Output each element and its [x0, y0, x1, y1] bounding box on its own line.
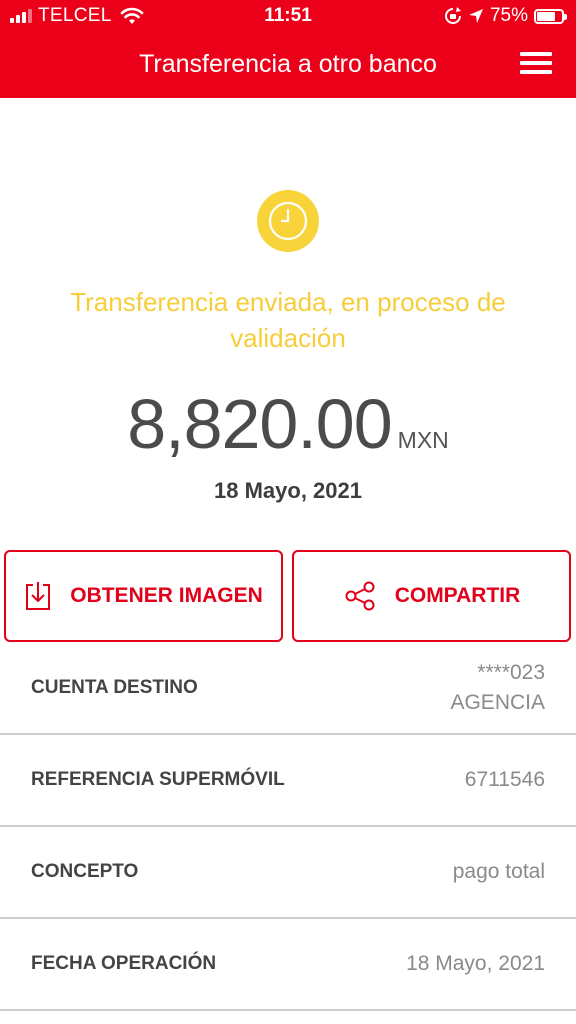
transfer-amount: 8,820.00 — [127, 385, 392, 463]
get-image-label: OBTENER IMAGEN — [70, 584, 263, 607]
detail-row-destination-account: CUENTA DESTINO ****023 AGENCIA — [0, 643, 576, 735]
operation-date-value: 18 Mayo, 2021 — [406, 952, 545, 975]
share-icon — [343, 581, 377, 611]
reference-label: REFERENCIA SUPERMÓVIL — [31, 769, 285, 790]
share-button[interactable]: COMPARTIR — [292, 550, 571, 642]
transfer-date: 18 Mayo, 2021 — [214, 478, 362, 503]
hamburger-menu-button[interactable] — [520, 52, 554, 76]
download-icon — [24, 580, 52, 612]
detail-row-reference: REFERENCIA SUPERMÓVIL 6711546 — [0, 735, 576, 827]
orientation-lock-icon — [444, 7, 461, 24]
amount-display: 8,820.00 MXN — [0, 384, 576, 464]
battery-icon — [534, 8, 567, 24]
detail-row-operation-date: FECHA OPERACIÓN 18 Mayo, 2021 — [0, 919, 576, 1011]
share-label: COMPARTIR — [394, 584, 521, 607]
page-title: Transferencia a otro banco — [139, 50, 437, 78]
battery-percent: 75% — [489, 5, 528, 26]
battery-fill — [537, 11, 555, 21]
detail-row-concept: CONCEPTO pago total — [0, 827, 576, 919]
app-header: TELCEL 11:51 75% Transferencia a otro ba… — [0, 0, 576, 98]
operation-date-label: FECHA OPERACIÓN — [31, 953, 217, 974]
get-image-button[interactable]: OBTENER IMAGEN — [4, 550, 283, 642]
concept-value: pago total — [452, 860, 545, 883]
concept-label: CONCEPTO — [31, 861, 139, 882]
transfer-status-message: Transferencia enviada, en proceso de val… — [70, 287, 506, 353]
status-bar: TELCEL 11:51 75% — [0, 0, 576, 32]
destination-account-value: ****023 AGENCIA — [450, 658, 545, 718]
location-arrow-icon — [468, 9, 483, 23]
status-bar-right: 75% — [444, 5, 567, 27]
destination-account-label: CUENTA DESTINO — [31, 677, 198, 698]
reference-value: 6711546 — [464, 768, 545, 791]
destination-account-agency: AGENCIA — [450, 691, 545, 714]
clock-icon — [257, 190, 319, 252]
destination-account-number: ****023 — [477, 661, 545, 684]
currency-code: MXN — [397, 427, 449, 453]
